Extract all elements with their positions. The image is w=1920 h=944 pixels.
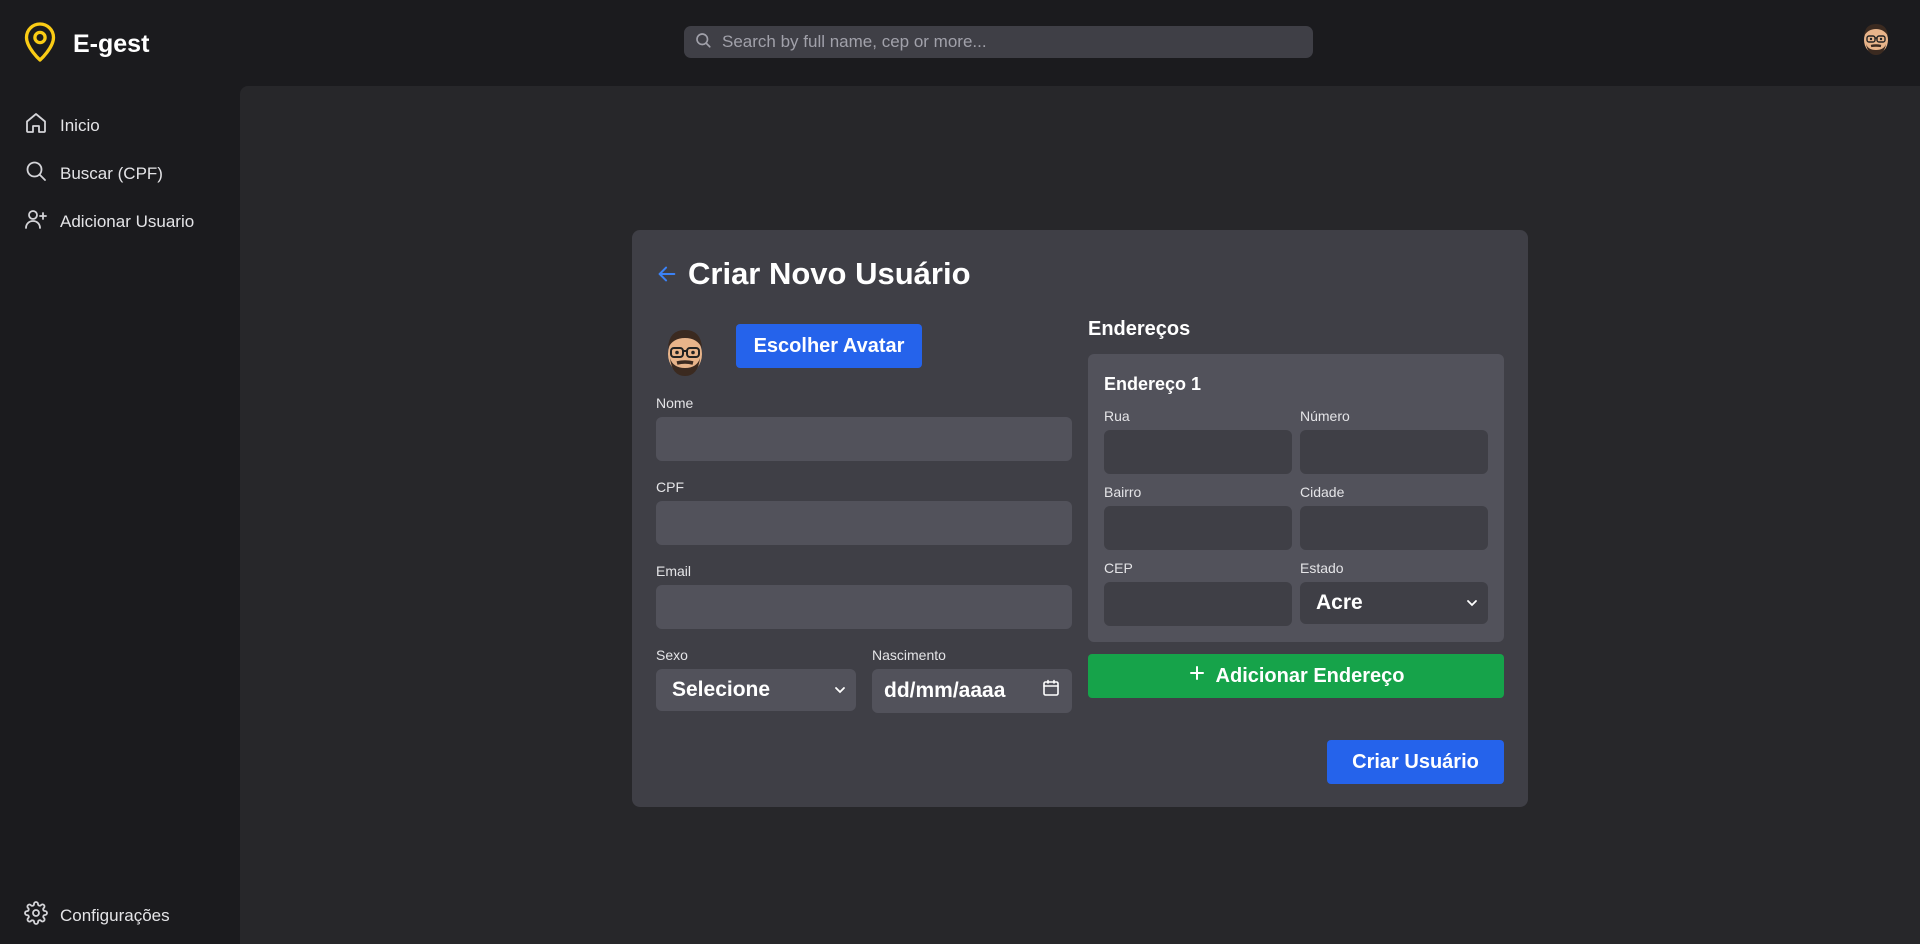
user-plus-icon [24,207,60,236]
search-icon [684,31,712,54]
map-pin-icon [22,21,58,68]
sidebar-item-inicio[interactable]: Inicio [24,111,100,140]
nome-field[interactable] [656,417,1072,461]
chevron-down-icon [834,678,846,702]
logo[interactable]: E-gest [22,21,149,68]
sexo-label: Sexo [656,647,688,663]
address-card: Endereço 1 Rua Número Bairro Cidade CEP … [1088,354,1504,642]
sexo-select[interactable]: Selecione [656,669,856,711]
sexo-selected-value: Selecione [672,678,771,701]
estado-select[interactable]: Acre [1300,582,1488,624]
add-address-label: Adicionar Endereço [1215,664,1405,687]
sidebar-item-adicionar-usuario[interactable]: Adicionar Usuario [24,207,194,236]
bairro-label: Bairro [1104,484,1142,500]
sidebar-item-label: Configurações [60,905,170,925]
search-icon [24,159,60,188]
sidebar-item-buscar-cpf[interactable]: Buscar (CPF) [24,159,163,188]
page-title: Criar Novo Usuário [688,256,971,291]
rua-field[interactable] [1104,430,1292,474]
cpf-field[interactable] [656,501,1072,545]
nascimento-value: dd/mm/aaaa [884,679,1006,702]
arrow-left-icon[interactable] [656,263,678,285]
cidade-field[interactable] [1300,506,1488,550]
card-header: Criar Novo Usuário [656,256,971,292]
sidebar: Inicio Buscar (CPF) Adicionar Usuario Co… [0,86,240,944]
plus-icon [1188,664,1216,688]
estado-selected-value: Acre [1316,591,1363,614]
app-name: E-gest [73,30,150,58]
numero-label: Número [1300,408,1350,424]
search-placeholder: Search by full name, cep or more... [722,32,987,51]
email-label: Email [656,563,692,579]
addresses-heading: Endereços [1088,318,1191,340]
avatar-preview [656,322,714,380]
sidebar-item-label: Inicio [60,115,100,135]
add-address-button[interactable]: Adicionar Endereço [1088,654,1504,698]
bairro-field[interactable] [1104,506,1292,550]
create-user-button[interactable]: Criar Usuário [1327,740,1504,784]
chevron-down-icon [1466,591,1478,615]
cep-label: CEP [1104,560,1133,576]
top-bar: E-gest Search by full name, cep or more.… [0,0,1920,86]
address-title: Endereço 1 [1104,374,1202,394]
numero-field[interactable] [1300,430,1488,474]
cep-field[interactable] [1104,582,1292,626]
nome-label: Nome [656,395,694,411]
gear-icon [24,901,60,930]
rua-label: Rua [1104,408,1130,424]
create-user-card: Criar Novo Usuário Escolher Avatar Nome … [632,230,1528,807]
cpf-label: CPF [656,479,684,495]
sidebar-item-configuracoes[interactable]: Configurações [24,901,170,930]
choose-avatar-button[interactable]: Escolher Avatar [736,324,922,368]
home-icon [24,111,60,140]
calendar-icon[interactable] [1042,679,1060,703]
sidebar-item-label: Adicionar Usuario [60,211,195,231]
search-input[interactable]: Search by full name, cep or more... [684,26,1313,58]
user-avatar[interactable] [1859,20,1893,58]
nascimento-label: Nascimento [872,647,946,663]
sidebar-item-label: Buscar (CPF) [60,163,163,183]
cidade-label: Cidade [1300,484,1345,500]
main-content: Criar Novo Usuário Escolher Avatar Nome … [240,86,1920,944]
estado-label: Estado [1300,560,1344,576]
nascimento-date-input[interactable]: dd/mm/aaaa [872,669,1072,713]
email-field[interactable] [656,585,1072,629]
